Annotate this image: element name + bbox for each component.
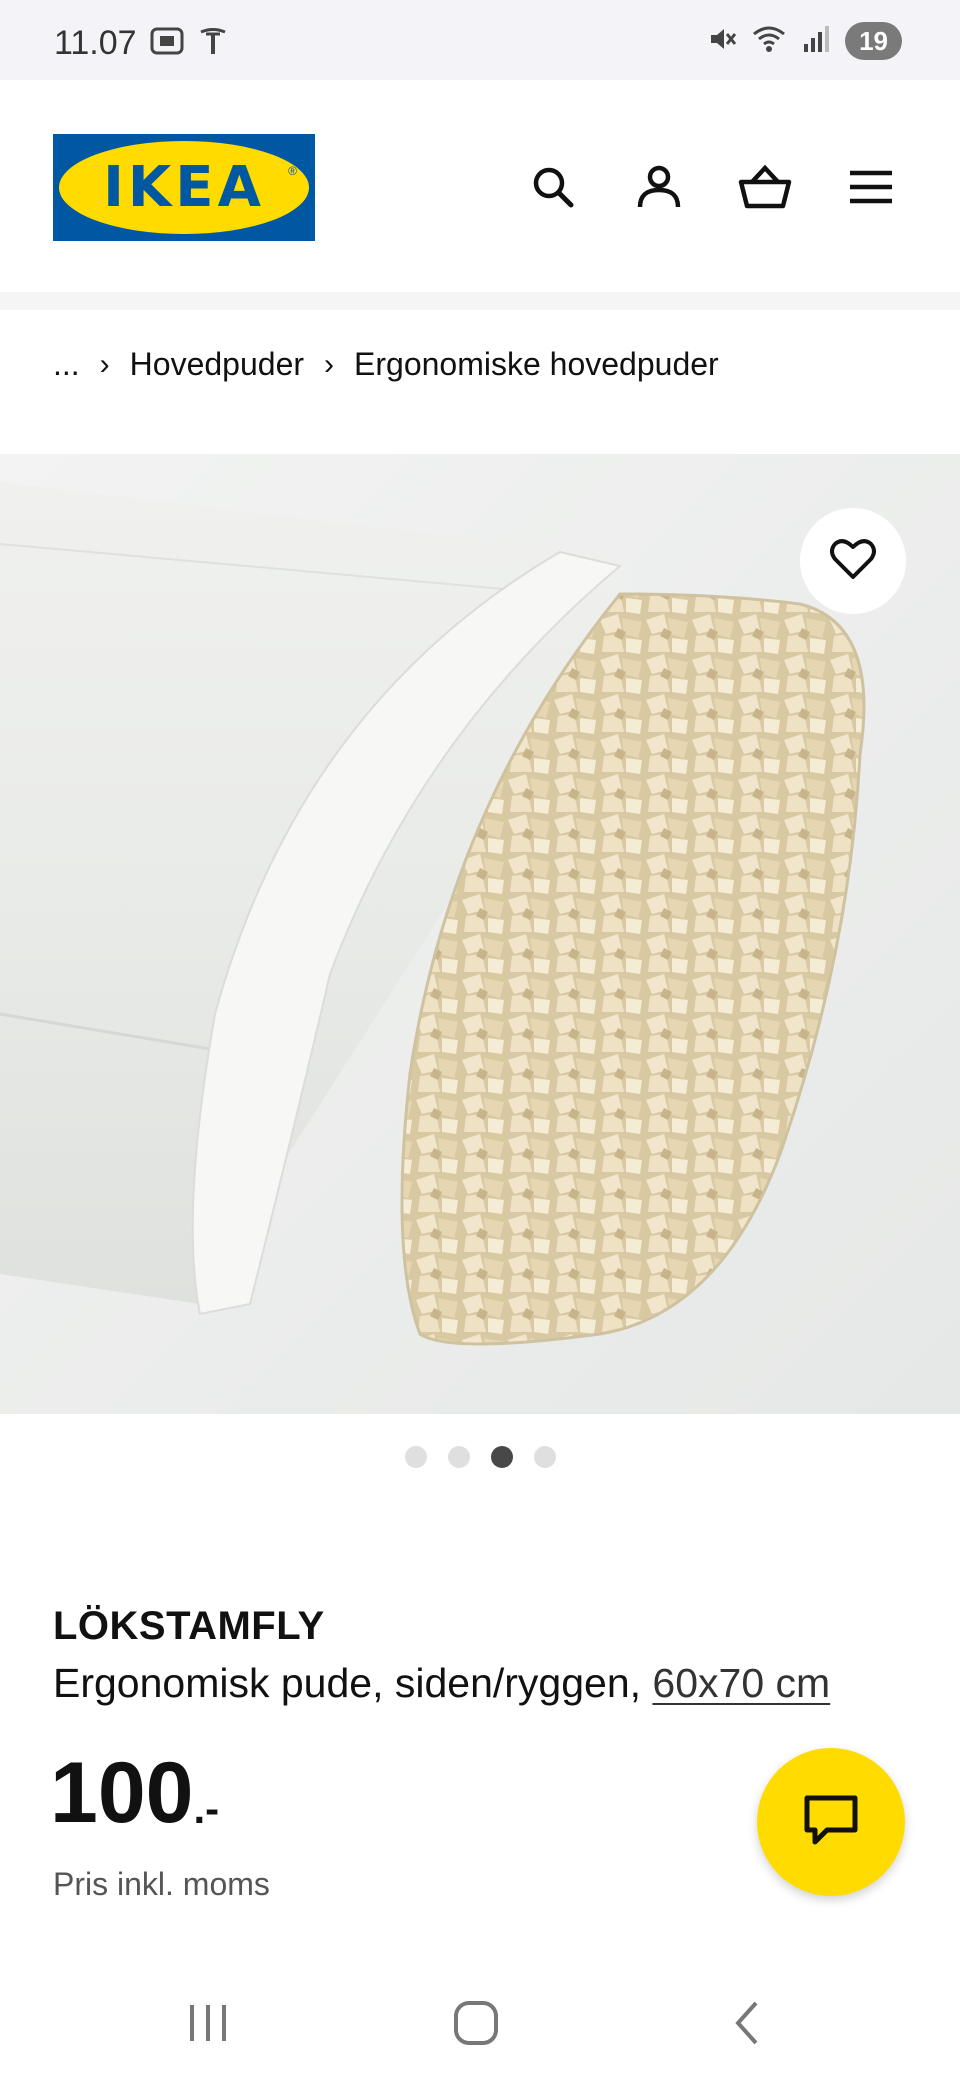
image-carousel-dots bbox=[0, 1446, 960, 1468]
header-divider bbox=[0, 292, 960, 310]
ikea-logo[interactable]: IKEA ® bbox=[53, 134, 315, 241]
breadcrumb-item-ergonomiske[interactable]: Ergonomiske hovedpuder bbox=[354, 346, 719, 383]
logo-text: IKEA bbox=[103, 155, 265, 220]
chevron-right-icon: › bbox=[99, 347, 110, 381]
search-icon[interactable] bbox=[526, 160, 580, 214]
price-value: 100 bbox=[50, 1745, 194, 1841]
account-icon[interactable] bbox=[632, 160, 686, 214]
carousel-dot-4[interactable] bbox=[533, 1446, 556, 1468]
chevron-right-icon: › bbox=[324, 347, 335, 381]
product-description: Ergonomisk pude, siden/ryggen, 60x70 cm bbox=[53, 1660, 830, 1707]
heart-icon bbox=[829, 537, 877, 586]
breadcrumb-item-hovedpuder[interactable]: Hovedpuder bbox=[130, 346, 304, 383]
tesla-icon bbox=[198, 26, 228, 61]
breadcrumb-ellipsis[interactable]: ... bbox=[53, 346, 80, 383]
battery-badge: 19 bbox=[845, 22, 902, 60]
chat-button[interactable] bbox=[757, 1748, 905, 1896]
home-icon[interactable] bbox=[446, 1996, 506, 2050]
chat-icon bbox=[803, 1794, 859, 1851]
carousel-dot-2[interactable] bbox=[447, 1446, 470, 1468]
product-description-text: Ergonomisk pude, siden/ryggen, bbox=[53, 1660, 642, 1706]
status-bar: 11.07 19 bbox=[0, 0, 960, 80]
product-size-link[interactable]: 60x70 cm bbox=[652, 1660, 830, 1706]
product-price: 100 .- bbox=[50, 1750, 219, 1836]
back-icon[interactable] bbox=[718, 1996, 778, 2050]
wifi-icon bbox=[751, 24, 787, 59]
breadcrumb: ... › Hovedpuder › Ergonomiske hovedpude… bbox=[53, 346, 719, 383]
system-nav-bar bbox=[0, 1964, 960, 2080]
carousel-dot-1[interactable] bbox=[404, 1446, 427, 1468]
recent-apps-icon[interactable] bbox=[178, 1996, 238, 2050]
screenshot-icon bbox=[150, 26, 184, 61]
signal-icon bbox=[801, 24, 831, 59]
price-note: Pris inkl. moms bbox=[53, 1866, 270, 1902]
site-header: IKEA ® bbox=[0, 80, 960, 292]
carousel-dot-3-active[interactable] bbox=[490, 1446, 513, 1468]
basket-icon[interactable] bbox=[738, 160, 792, 214]
price-suffix: .- bbox=[193, 1785, 220, 1832]
mute-icon bbox=[707, 24, 737, 59]
status-time: 11.07 bbox=[54, 24, 137, 62]
product-name: LÖKSTAMFLY bbox=[53, 1604, 325, 1648]
favorite-button[interactable] bbox=[800, 508, 906, 614]
menu-icon[interactable] bbox=[844, 160, 898, 214]
product-image[interactable] bbox=[0, 454, 960, 1414]
